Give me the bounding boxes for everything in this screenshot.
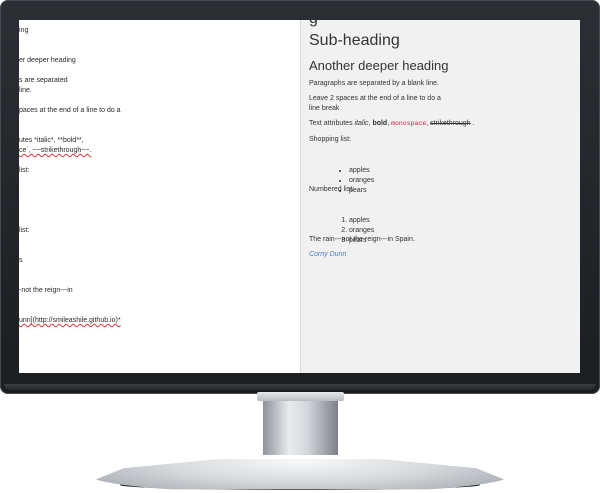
preview-text-attributes: Text attributes italic, bold, monospace,… <box>309 119 572 129</box>
preview-heading-partial: g <box>309 20 572 28</box>
screen: ing er deeper heading s are separated li… <box>19 20 580 373</box>
preview-deeper-heading: Another deeper heading <box>309 58 449 73</box>
preview-subheading: Sub-heading <box>309 32 400 49</box>
shopping-list-label: Shopping list: <box>309 136 352 143</box>
editor-line[interactable]: er deeper heading <box>19 57 76 64</box>
editor-line[interactable]: line. <box>19 87 32 94</box>
preview-paragraph: Paragraphs are separated by a blank line… <box>309 80 439 87</box>
monitor-frame: ing er deeper heading s are separated li… <box>0 0 600 394</box>
monitor-stand-neck <box>263 394 338 455</box>
paragraph-line: line break <box>309 105 340 112</box>
preview-paragraph-linebreak: Leave 2 spaces at the end of a line to d… <box>309 94 572 114</box>
numbered-list-label: Numbered list: <box>309 186 355 193</box>
editor-line[interactable]: -not the reign---in <box>19 287 73 294</box>
editor-line[interactable]: utes *italic*, **bold**, <box>19 137 84 144</box>
preview-rain-sentence: The rain---not the reign---in Spain. <box>309 236 415 243</box>
attr-monospace: monospace <box>391 120 427 127</box>
attr-end: . <box>470 120 475 127</box>
preview-link[interactable]: Corny Dunn <box>309 251 346 258</box>
markdown-preview-pane: g Sub-heading Another deeper heading Par… <box>301 20 580 373</box>
monitor-stand-collar <box>257 392 344 401</box>
editor-line[interactable]: list: <box>19 227 30 234</box>
editor-line[interactable]: unn](http://smileashile.github.io)* <box>19 317 121 324</box>
editor-line[interactable]: list: <box>19 167 30 174</box>
editor-line[interactable]: s are separated <box>19 77 68 84</box>
editor-line[interactable]: s <box>19 257 23 264</box>
attr-strikethrough: strikethrough <box>430 120 471 127</box>
attr-prefix: Text attributes <box>309 120 355 127</box>
attr-bold: bold <box>372 120 388 127</box>
list-item: apples <box>349 166 572 176</box>
preview-link-line: Corny Dunn <box>309 250 572 260</box>
monitor-bezel-bottom <box>4 384 596 390</box>
editor-line[interactable]: ce`, ~~strikethrough~~. <box>19 147 91 154</box>
attr-italic: italic <box>354 120 369 127</box>
editor-line[interactable]: ing <box>19 27 28 34</box>
editor-line[interactable]: paces at the end of a line to do a <box>19 107 121 114</box>
list-item: apples <box>349 216 572 226</box>
paragraph-line: Leave 2 spaces at the end of a line to d… <box>309 95 441 102</box>
markdown-editor-pane[interactable]: ing er deeper heading s are separated li… <box>19 20 301 373</box>
